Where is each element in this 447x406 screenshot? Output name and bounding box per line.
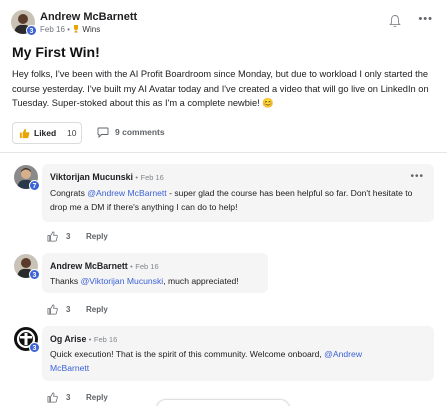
- comment-author[interactable]: Viktorijan Mucunski • Feb 16: [50, 172, 164, 182]
- comment-bubble: Andrew McBarnett • Feb 16 Thanks @Viktor…: [42, 253, 268, 293]
- comment-like-count: 3: [66, 232, 71, 241]
- bell-icon[interactable]: [389, 14, 401, 28]
- post-category[interactable]: Wins: [82, 25, 100, 34]
- like-label: Liked: [34, 128, 57, 138]
- comment-icon: [97, 127, 109, 138]
- comment-like-count: 3: [66, 393, 71, 402]
- like-count: 10: [67, 128, 77, 138]
- mention-link[interactable]: @Andrew McBarnett: [87, 188, 166, 198]
- comment-text: Congrats @Andrew McBarnett - super glad …: [50, 186, 420, 214]
- post-header: 3 Andrew McBarnett Feb 16 • Wins •••: [11, 10, 437, 38]
- meta-separator: •: [67, 25, 70, 34]
- comments-label: 9 comments: [115, 127, 165, 137]
- comment-author-name: Viktorijan Mucunski: [50, 172, 133, 182]
- comment-author-name: Andrew McBarnett: [50, 261, 128, 271]
- comment-text-part: Thanks: [50, 276, 81, 286]
- comment-author[interactable]: Andrew McBarnett • Feb 16: [50, 261, 159, 271]
- comment-more-icon[interactable]: •••: [410, 171, 424, 182]
- comment-text-part: Quick execution! That is the spirit of t…: [50, 349, 325, 359]
- thumbs-up-icon[interactable]: [47, 231, 58, 242]
- reply-button[interactable]: Reply: [86, 393, 108, 402]
- comment-date: Feb 16: [93, 335, 118, 344]
- comment-text: Thanks @Viktorijan Mucunski, much apprec…: [50, 274, 265, 288]
- post-date: Feb 16: [40, 25, 65, 34]
- post-divider: [0, 152, 447, 153]
- post-author-name[interactable]: Andrew McBarnett: [40, 11, 137, 23]
- comment-bubble: Og Arise • Feb 16 Quick execution! That …: [42, 326, 434, 381]
- comment-date: Feb 16: [140, 173, 164, 182]
- comment-text-part: Congrats: [50, 188, 88, 198]
- comment-actions: 3 Reply: [47, 231, 147, 243]
- thumbs-up-icon: [19, 128, 30, 139]
- comment-actions: 3 Reply: [47, 304, 147, 316]
- comment-date: Feb 16: [135, 262, 159, 271]
- thumbs-up-icon[interactable]: [47, 392, 58, 403]
- mention-link[interactable]: @Viktorijan Mucunski: [81, 276, 164, 286]
- floating-reply-pill[interactable]: [156, 399, 290, 406]
- comment-actions: 3 Reply: [47, 392, 147, 404]
- post-meta: Feb 16 • Wins: [40, 25, 100, 34]
- post-more-icon[interactable]: •••: [418, 13, 433, 25]
- comment-text: Quick execution! That is the spirit of t…: [50, 347, 370, 375]
- comment-author-level-badge: 7: [29, 180, 40, 191]
- post-author-level-badge: 3: [26, 25, 37, 36]
- reply-button[interactable]: Reply: [86, 232, 108, 241]
- comment-author-name: Og Arise: [50, 334, 87, 344]
- thumbs-up-icon[interactable]: [47, 304, 58, 315]
- trophy-icon: [74, 25, 79, 33]
- comment-author-level-badge: 3: [29, 342, 40, 353]
- comment-author-level-badge: 3: [29, 269, 40, 280]
- comment-bubble: Viktorijan Mucunski • Feb 16 ••• Congrat…: [42, 164, 434, 222]
- like-button[interactable]: Liked 10: [12, 122, 82, 144]
- comment-like-count: 3: [66, 305, 71, 314]
- post-title: My First Win!: [12, 44, 100, 60]
- comment-text-part: , much appreciated!: [163, 276, 239, 286]
- post-actions: Liked 10 9 comments: [12, 122, 442, 144]
- comment-author[interactable]: Og Arise • Feb 16: [50, 334, 117, 344]
- post-body: Hey folks, I've been with the AI Profit …: [12, 69, 429, 109]
- reply-button[interactable]: Reply: [86, 305, 108, 314]
